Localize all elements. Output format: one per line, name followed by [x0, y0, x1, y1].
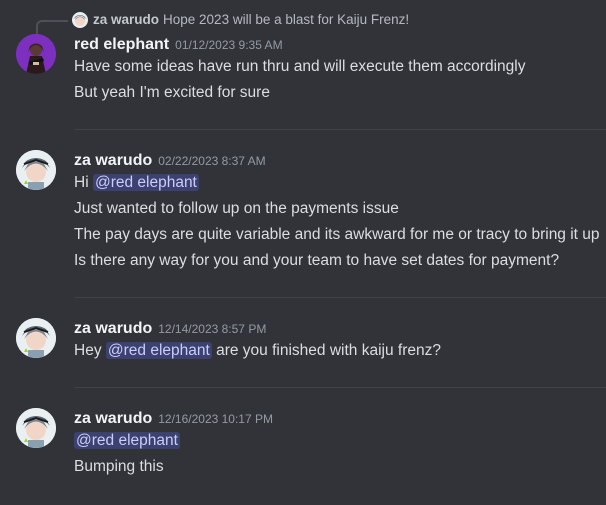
avatar[interactable] [16, 318, 56, 358]
message-timestamp: 12/14/2023 8:57 PM [158, 322, 267, 336]
greeting-text: Hi [74, 174, 93, 191]
message-line: Bumping this [74, 458, 164, 475]
reply-spine [36, 20, 68, 34]
avatar[interactable] [16, 34, 56, 74]
divider [74, 129, 606, 130]
author-name[interactable]: za warudo 02/22/2023 8:37 AM [74, 152, 266, 170]
reply-avatar[interactable] [72, 12, 88, 28]
author-name[interactable]: red elephant 01/12/2023 9:35 AM [74, 36, 283, 54]
message-line: Hey @red elephant are you finished with … [74, 342, 441, 360]
user-mention[interactable]: @red elephant [105, 342, 212, 359]
message-line: But yeah I'm excited for sure [74, 84, 270, 101]
message-timestamp: 01/12/2023 9:35 AM [175, 38, 283, 52]
avatar[interactable] [16, 150, 56, 190]
divider [74, 297, 606, 298]
user-mention[interactable]: @red elephant [92, 174, 199, 191]
author-label[interactable]: za warudo [74, 152, 152, 169]
author-name[interactable]: za warudo 12/16/2023 10:17 PM [74, 410, 273, 428]
divider [74, 387, 606, 388]
user-mention[interactable]: @red elephant [74, 432, 180, 449]
author-label[interactable]: za warudo [74, 320, 152, 337]
author-name[interactable]: za warudo 12/14/2023 8:57 PM [74, 320, 266, 338]
message-line: The pay days are quite variable and its … [74, 226, 600, 243]
greeting-text: Hey [74, 342, 106, 359]
reply-snippet: Hope 2023 will be a blast for Kaiju Fren… [163, 12, 410, 27]
message-line: Hi @red elephant [74, 174, 199, 192]
message-line: @red elephant [74, 432, 180, 450]
author-label[interactable]: red elephant [74, 36, 169, 53]
avatar[interactable] [16, 408, 56, 448]
author-label[interactable]: za warudo [74, 410, 152, 427]
message-timestamp: 12/16/2023 10:17 PM [158, 412, 273, 426]
message-timestamp: 02/22/2023 8:37 AM [158, 154, 266, 168]
message-line: Is there any way for you and your team t… [74, 252, 560, 269]
reply-author[interactable]: za warudo [93, 12, 159, 27]
message-text: are you finished with kaiju frenz? [211, 342, 441, 359]
message-line: Just wanted to follow up on the payments… [74, 200, 399, 217]
reply-preview[interactable]: za warudo Hope 2023 will be a blast for K… [93, 12, 409, 27]
message-line: Have some ideas have run thru and will e… [74, 58, 526, 75]
